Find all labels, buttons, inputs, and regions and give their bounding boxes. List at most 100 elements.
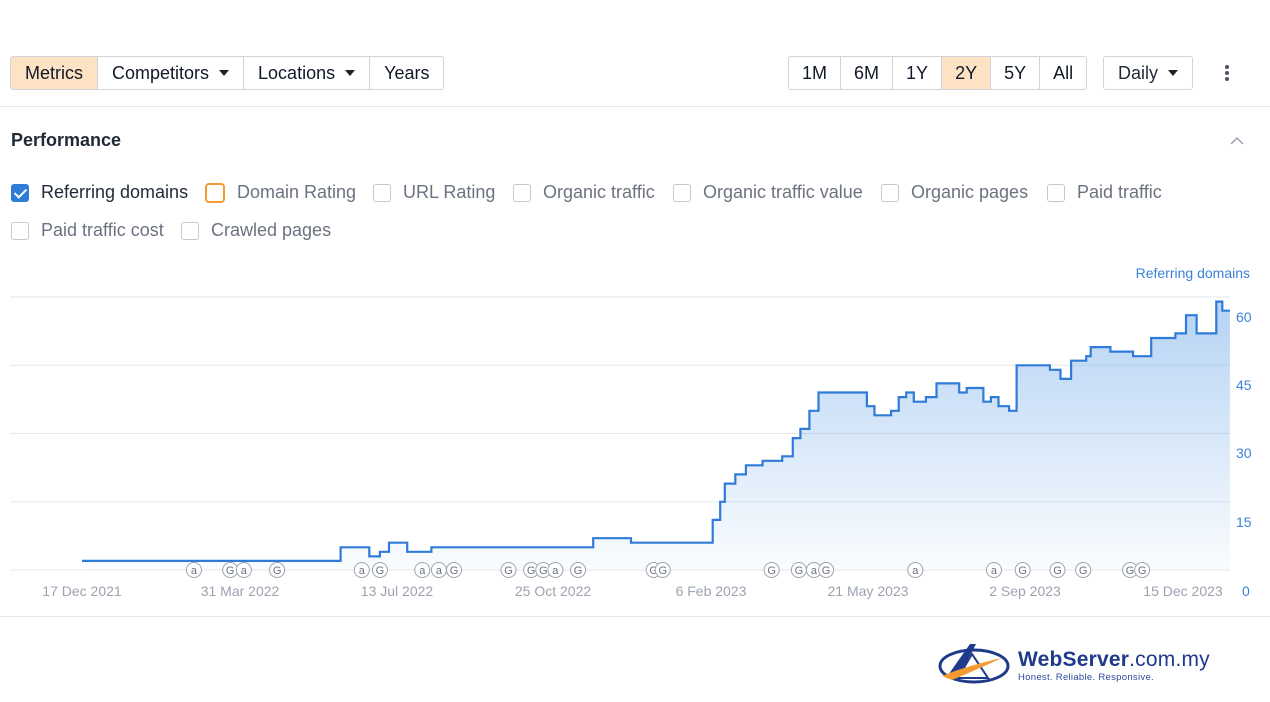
svg-text:G: G [539, 565, 548, 577]
google-update-marker[interactable]: G [818, 562, 835, 578]
checkbox-icon [11, 221, 29, 240]
svg-text:G: G [795, 565, 804, 577]
y-tick-label: 45 [1236, 377, 1252, 393]
interval-dropdown[interactable]: Daily [1103, 56, 1194, 90]
metric-organic-traffic-value[interactable]: Organic traffic value [673, 182, 863, 203]
svg-text:a: a [552, 565, 559, 577]
svg-text:a: a [241, 565, 248, 577]
range-5y-button[interactable]: 5Y [991, 57, 1041, 89]
google-update-marker[interactable]: G [763, 562, 780, 578]
caret-down-icon [345, 70, 356, 76]
svg-text:G: G [822, 565, 831, 577]
caret-down-icon [219, 70, 230, 76]
google-update-marker[interactable]: G [654, 562, 671, 578]
svg-text:G: G [450, 565, 459, 577]
series-area [82, 301, 1230, 570]
checkbox-icon [881, 183, 899, 202]
metric-referring-domains[interactable]: Referring domains [11, 182, 188, 203]
google-update-marker[interactable]: G [446, 562, 463, 578]
range-1y-button[interactable]: 1Y [893, 57, 943, 89]
y-axis-title: Referring domains [1135, 265, 1250, 281]
x-tick-label: 6 Feb 2023 [675, 583, 747, 599]
svg-text:G: G [527, 565, 536, 577]
metric-organic-traffic[interactable]: Organic traffic [513, 182, 655, 203]
checkbox-icon [205, 182, 225, 203]
google-update-marker[interactable]: G [500, 562, 517, 578]
google-update-marker[interactable]: G [269, 562, 286, 578]
brand-logo: WebServer.com.my Honest. Reliable. Respo… [936, 640, 1210, 690]
x-tick-label: 13 Jul 2022 [360, 583, 434, 599]
google-update-marker[interactable]: G [222, 562, 239, 578]
metric-organic-pages[interactable]: Organic pages [881, 182, 1028, 203]
svg-text:a: a [191, 565, 198, 577]
svg-text:G: G [658, 565, 667, 577]
range-2y-button[interactable]: 2Y [942, 57, 992, 89]
svg-text:a: a [419, 565, 426, 577]
y-tick-label: 30 [1236, 445, 1252, 461]
x-tick-label: 25 Oct 2022 [514, 583, 592, 599]
google-update-marker[interactable]: G [790, 562, 807, 578]
ahrefs-update-marker[interactable]: a [414, 562, 431, 578]
ahrefs-update-marker[interactable]: a [547, 562, 564, 578]
checkbox-icon [1047, 183, 1065, 202]
metric-crawled-pages[interactable]: Crawled pages [181, 220, 331, 241]
x-tick-label: 2 Sep 2023 [989, 583, 1061, 599]
svg-text:a: a [359, 565, 366, 577]
google-update-marker[interactable]: G [1049, 562, 1066, 578]
svg-text:G: G [767, 565, 776, 577]
x-tick-label: 31 Mar 2022 [200, 583, 280, 599]
webserver-logo-icon [938, 644, 1010, 684]
range-1m-button[interactable]: 1M [789, 57, 842, 89]
toolbar: Metrics Competitors Locations Years 1M 6… [10, 56, 1260, 90]
google-update-marker[interactable]: G [570, 562, 587, 578]
more-options-icon[interactable] [1219, 62, 1235, 84]
svg-text:a: a [991, 565, 998, 577]
x-tick-label: 15 Dec 2023 [1143, 583, 1223, 599]
ahrefs-update-marker[interactable]: a [907, 562, 924, 578]
metric-domain-rating[interactable]: Domain Rating [205, 182, 356, 203]
range-all-button[interactable]: All [1040, 57, 1086, 89]
google-update-marker[interactable]: G [1014, 562, 1031, 578]
section-title: Performance [11, 130, 122, 150]
google-update-marker[interactable]: G [371, 562, 388, 578]
metric-paid-traffic-cost[interactable]: Paid traffic cost [11, 220, 164, 241]
checkbox-icon [373, 183, 391, 202]
svg-text:a: a [811, 565, 818, 577]
divider [0, 616, 1270, 617]
range-6m-button[interactable]: 6M [841, 57, 894, 89]
svg-text:a: a [436, 565, 443, 577]
metric-paid-traffic[interactable]: Paid traffic [1047, 182, 1162, 203]
svg-text:G: G [574, 565, 583, 577]
ahrefs-update-marker[interactable]: a [235, 562, 252, 578]
divider [0, 106, 1270, 107]
y-tick-label: 15 [1236, 514, 1252, 530]
ahrefs-update-marker[interactable]: a [430, 562, 447, 578]
ahrefs-update-marker[interactable]: a [353, 562, 370, 578]
tab-years[interactable]: Years [370, 57, 443, 89]
svg-text:G: G [1079, 565, 1088, 577]
google-update-marker[interactable]: G [1134, 562, 1151, 578]
chevron-up-icon[interactable] [1230, 134, 1244, 148]
ahrefs-update-marker[interactable]: a [185, 562, 202, 578]
google-update-marker[interactable]: G [1075, 562, 1092, 578]
x-tick-label: 17 Dec 2021 [42, 583, 122, 599]
referring-domains-chart: aGaGaGaaGGGGaGGGGGaGaaGGGGG [10, 296, 1230, 578]
checkbox-icon [673, 183, 691, 202]
ahrefs-update-marker[interactable]: a [985, 562, 1002, 578]
range-selector: 1M 6M 1Y 2Y 5Y All [788, 56, 1088, 90]
checkbox-icon [181, 221, 199, 240]
caret-down-icon [1168, 70, 1179, 76]
competitors-dropdown[interactable]: Competitors [98, 57, 245, 89]
checkbox-icon [513, 183, 531, 202]
y-tick-label: 0 [1242, 583, 1250, 599]
svg-text:G: G [376, 565, 385, 577]
view-tabs: Metrics Competitors Locations Years [10, 56, 445, 90]
metric-url-rating[interactable]: URL Rating [373, 182, 495, 203]
svg-text:G: G [1053, 565, 1062, 577]
brand-name: WebServer.com.my [1018, 647, 1210, 671]
y-tick-label: 60 [1236, 309, 1252, 325]
locations-dropdown[interactable]: Locations [244, 57, 371, 89]
x-tick-label: 21 May 2023 [827, 583, 909, 599]
svg-text:G: G [1126, 565, 1135, 577]
tab-metrics[interactable]: Metrics [11, 57, 98, 89]
